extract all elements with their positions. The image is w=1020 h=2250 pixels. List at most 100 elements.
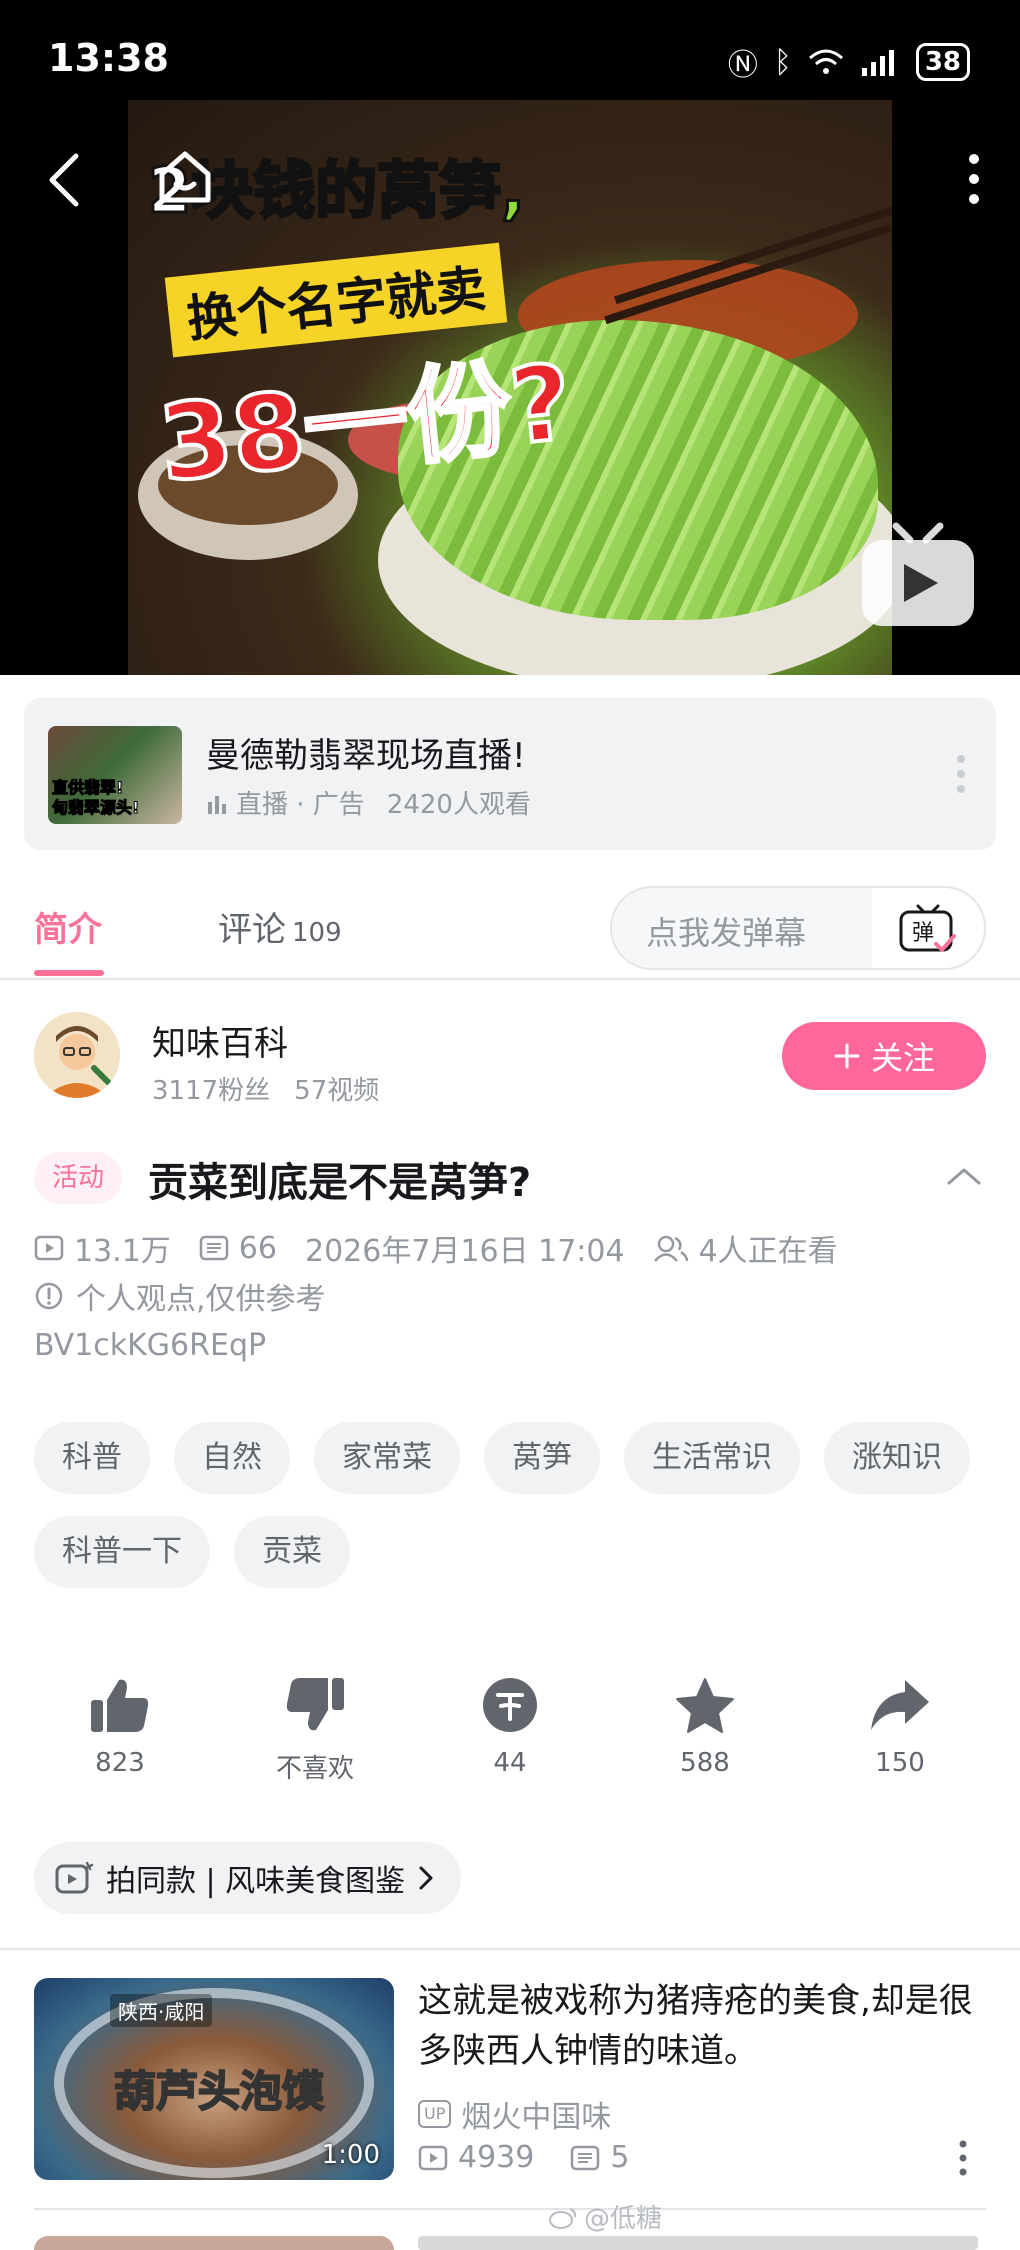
uploader-name[interactable]: 知味百科 [152,1016,288,1065]
same-style-button[interactable]: 拍同款 | 风味美食图鉴 [34,1842,462,1914]
watermark-text: @低糖 [584,2204,663,2234]
tag[interactable]: 涨知识 [824,1422,970,1494]
danmaku-count: 66 [238,1230,277,1266]
watching-icon [653,1235,688,1262]
ad-card[interactable]: 直供翡翠! 甸翡翠源头! 曼德勒翡翠现场直播! 直播 · 广告 2420人观看 [24,698,996,850]
avatar[interactable] [34,1012,120,1098]
danmaku-button[interactable]: 弹 [872,888,984,968]
tag-list: 科普 自然 家常菜 莴笋 生活常识 涨知识 科普一下 贡菜 [34,1422,974,1588]
ad-thumbnail-text: 直供翡翠! 甸翡翠源头! [51,778,140,818]
follow-button[interactable]: 关注 [782,1022,986,1090]
recommendation-stats: 4939 5 [418,2140,629,2175]
share-icon [871,1680,929,1730]
tab-intro[interactable]: 简介 [34,902,102,951]
follow-label: 关注 [870,1039,935,1077]
tab-comments-label: 评论 [218,910,286,950]
next-recommendation-title[interactable] [418,2232,988,2250]
dislike-icon [286,1678,344,1731]
more-icon[interactable] [956,754,966,794]
coin-count: 44 [493,1748,527,1778]
ad-viewers: 2420人观看 [386,790,531,820]
up-badge-icon: UP [418,2100,452,2128]
danmaku-count-icon [199,1235,229,1261]
dislike-button[interactable]: 不喜欢 [245,1676,385,1785]
action-bar: 823 不喜欢 44 588 150 [50,1676,970,1785]
bvid[interactable]: BV1ckKG6REqP [34,1328,266,1363]
star-icon [676,1678,734,1733]
danmaku-button-label: 弹 [912,921,934,946]
dislike-label: 不喜欢 [275,1754,354,1784]
thumbnail-title: 葫芦头泡馍 [113,2066,325,2117]
battery-indicator: 38 [915,43,970,81]
video-player[interactable]: 2块钱的莴笋, 换个名字就卖 38一份? [128,100,892,675]
video-meta: 13.1万 66 2026年7月16日 17:04 4人正在看 [34,1226,838,1270]
home-icon[interactable] [156,148,214,206]
tag[interactable]: 自然 [174,1422,290,1494]
more-icon[interactable] [958,2140,968,2176]
video-duration: 1:00 [321,2140,380,2170]
notice-row: 个人观点,仅供参考 [34,1274,326,1318]
danmaku-placeholder: 点我发弹幕 [646,914,807,952]
coin-icon [483,1678,537,1732]
tab-comments-count: 109 [292,918,342,948]
view-count: 13.1万 [74,1234,171,1269]
coin-button[interactable]: 44 [440,1676,580,1785]
next-recommendation-thumbnail[interactable] [34,2236,394,2250]
danmaku-input[interactable]: 点我发弹幕 弹 [610,886,986,970]
share-button[interactable]: 150 [830,1676,970,1785]
bluetooth-icon: ᛒ [773,44,792,80]
watching-count: 4人正在看 [698,1234,838,1269]
section-divider [0,1948,1020,1950]
tag[interactable]: 科普一下 [34,1516,210,1588]
tv-play-icon[interactable] [858,520,978,630]
recommendation-thumbnail[interactable]: 陕西·咸阳 葫芦头泡馍 1:00 [34,1978,394,2180]
ad-type: 直播 · 广告 [236,790,365,820]
avatar-illustration [34,1012,120,1098]
favorite-count: 588 [680,1748,730,1778]
tag[interactable]: 生活常识 [624,1422,800,1494]
status-time: 13:38 [48,36,169,80]
list-divider [34,2208,986,2210]
chevron-up-icon[interactable] [946,1166,982,1186]
notice-text: 个人观点,仅供参考 [76,1282,326,1317]
publish-date: 2026年7月16日 17:04 [304,1234,625,1269]
recommendation-danmaku: 5 [610,2140,630,2175]
activity-badge[interactable]: 活动 [34,1152,123,1204]
favorite-button[interactable]: 588 [635,1676,775,1785]
ad-meta: 直播 · 广告 2420人观看 [206,784,531,821]
play-count-icon [418,2145,448,2170]
bars-icon [208,795,226,814]
tag[interactable]: 贡菜 [234,1516,350,1588]
overlay-line1-b: 莴笋, [376,153,527,229]
weibo-icon [549,2207,577,2229]
signal-icon [861,50,894,76]
watermark: @低糖 [548,2198,662,2235]
info-icon [35,1282,63,1310]
share-count: 150 [875,1748,925,1778]
recommendation-title[interactable]: 这就是被戏称为猪痔疮的美食,却是很多陕西人钟情的味道。 [418,1976,988,2076]
uploader-fans: 3117粉丝 [152,1076,271,1106]
recommendation-uploader-name: 烟火中国味 [461,2100,612,2135]
danmaku-count-icon [571,2145,600,2170]
tag[interactable]: 莴笋 [484,1422,600,1494]
more-icon[interactable] [966,152,982,206]
like-button[interactable]: 823 [50,1676,190,1785]
tag[interactable]: 科普 [34,1422,150,1494]
uploader-stats: 3117粉丝 57视频 [152,1070,379,1107]
thumbnail-location: 陕西·咸阳 [110,1994,213,2027]
plus-icon [834,1043,860,1069]
play-count-icon [34,1235,64,1261]
same-style-label: 拍同款 | 风味美食图鉴 [106,1864,406,1899]
video-title: 贡菜到底是不是莴笋? [148,1160,532,1206]
tab-bar: 简介 评论 109 点我发弹幕 弹 [0,878,1020,980]
like-icon [91,1679,149,1732]
danmaku-icon: 弹 [899,904,956,952]
tag[interactable]: 家常菜 [314,1422,460,1494]
tab-underline [34,970,104,976]
uploader-videos: 57视频 [294,1076,380,1106]
tab-comments[interactable]: 评论 109 [218,902,342,951]
recommendation-uploader[interactable]: UP 烟火中国味 [418,2092,611,2136]
chevron-right-icon [419,1866,433,1890]
back-icon[interactable] [44,150,84,210]
nfc-icon: Ⓝ [727,48,758,83]
